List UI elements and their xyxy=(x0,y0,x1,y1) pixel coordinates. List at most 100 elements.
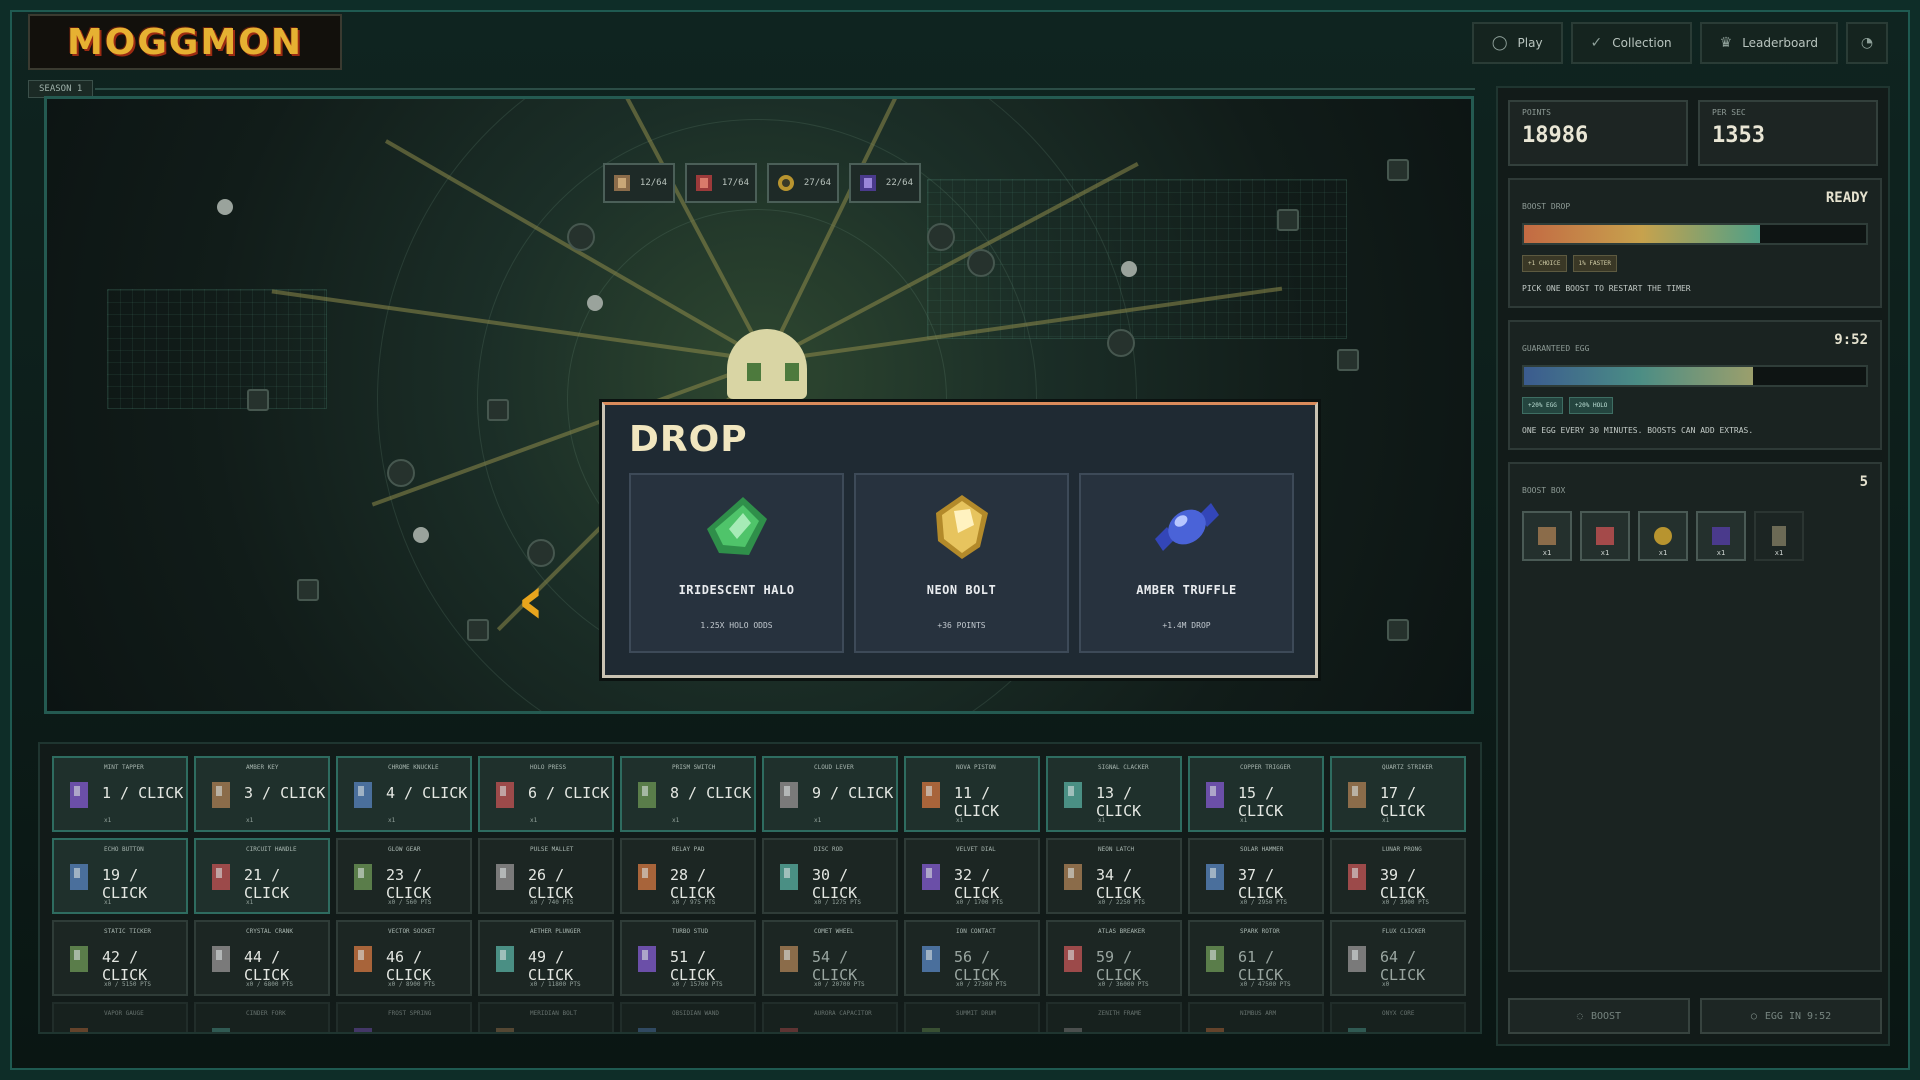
egg-timer-button[interactable]: ○ EGG IN 9:52 xyxy=(1700,998,1882,1034)
upgrade-card[interactable]: COPPER TRIGGER 15 / CLICK x1 xyxy=(1188,756,1324,832)
tray-card[interactable]: 12/64 xyxy=(603,163,675,203)
upgrade-card[interactable]: ZENITH FRAME xyxy=(1046,1002,1182,1032)
upgrade-card[interactable]: CHROME KNUCKLE 4 / CLICK x1 xyxy=(336,756,472,832)
boost-item[interactable]: x1 xyxy=(1638,511,1688,561)
map-node[interactable] xyxy=(567,223,595,251)
upgrade-cost: x1 xyxy=(1240,817,1248,824)
upgrade-card[interactable]: ECHO BUTTON 19 / CLICK x1 xyxy=(52,838,188,914)
boost-item[interactable]: x1 xyxy=(1754,511,1804,561)
upgrade-card[interactable]: OBSIDIAN WAND xyxy=(620,1002,756,1032)
upgrade-card[interactable]: AETHER PLUNGER 49 / CLICK x0 / 11800 PTS xyxy=(478,920,614,996)
upgrade-card[interactable]: ONYX CORE xyxy=(1330,1002,1466,1032)
tray-card[interactable]: 22/64 xyxy=(849,163,921,203)
upgrade-card[interactable]: PULSE MALLET 26 / CLICK x0 / 740 PTS xyxy=(478,838,614,914)
map-node[interactable] xyxy=(967,249,995,277)
upgrade-card[interactable]: NOVA PISTON 11 / CLICK x1 xyxy=(904,756,1040,832)
upgrade-rate: 59 / CLICK xyxy=(1096,948,1142,984)
drop-choice-card[interactable]: IRIDESCENT HALO 1.25X HOLO ODDS xyxy=(629,473,844,653)
moggmon-creature[interactable] xyxy=(707,329,827,409)
upgrade-cost: x0 / 36000 PTS xyxy=(1098,981,1149,988)
upgrade-cost: x1 xyxy=(956,817,964,824)
upgrade-card[interactable]: NIMBUS ARM xyxy=(1188,1002,1324,1032)
upgrade-card[interactable]: AURORA CAPACITOR xyxy=(762,1002,898,1032)
map-orb xyxy=(413,527,429,543)
upgrade-rate: 23 / CLICK xyxy=(386,866,432,902)
upgrade-card[interactable]: SOLAR HAMMER 37 / CLICK x0 / 2950 PTS xyxy=(1188,838,1324,914)
upgrade-rate: 56 / CLICK xyxy=(954,948,1000,984)
nav-collection-button[interactable]: ✓ Collection xyxy=(1570,22,1692,64)
drop-choice-card[interactable]: NEON BOLT +36 POINTS xyxy=(854,473,1069,653)
upgrade-card[interactable]: NEON LATCH 34 / CLICK x0 / 2250 PTS xyxy=(1046,838,1182,914)
upgrade-card[interactable]: CRYSTAL CRANK 44 / CLICK x0 / 6800 PTS xyxy=(194,920,330,996)
boost-item[interactable]: x1 xyxy=(1696,511,1746,561)
boost-item-icon xyxy=(1772,526,1786,546)
card-sprite-icon xyxy=(860,175,876,191)
boost-item[interactable]: x1 xyxy=(1580,511,1630,561)
map-node[interactable] xyxy=(1387,159,1409,181)
boost-button[interactable]: ◌ BOOST xyxy=(1508,998,1690,1034)
nav-play-button[interactable]: ◯ Play xyxy=(1471,22,1563,64)
upgrade-card[interactable]: PRISM SWITCH 8 / CLICK x1 xyxy=(620,756,756,832)
upgrade-card[interactable]: VAPOR GAUGE xyxy=(52,1002,188,1032)
map-node[interactable] xyxy=(1277,209,1299,231)
upgrade-sprite-icon xyxy=(1064,782,1082,808)
upgrade-card[interactable]: HOLO PRESS 6 / CLICK x1 xyxy=(478,756,614,832)
upgrade-card[interactable]: CIRCUIT HANDLE 21 / CLICK x1 xyxy=(194,838,330,914)
upgrade-rate: 30 / CLICK xyxy=(812,866,858,902)
map-node[interactable] xyxy=(1107,329,1135,357)
upgrade-name: CIRCUIT HANDLE xyxy=(246,846,297,853)
game-logo: MOGGMON xyxy=(28,14,342,70)
upgrade-card[interactable]: FROST SPRING xyxy=(336,1002,472,1032)
boost-item[interactable]: x1 xyxy=(1522,511,1572,561)
upgrade-name: NOVA PISTON xyxy=(956,764,996,771)
tray-count: 22/64 xyxy=(885,178,913,188)
upgrade-card[interactable]: STATIC TICKER 42 / CLICK x0 / 5150 PTS xyxy=(52,920,188,996)
upgrade-sprite-icon xyxy=(638,946,656,972)
upgrade-card[interactable]: RELAY PAD 28 / CLICK x0 / 975 PTS xyxy=(620,838,756,914)
map-node[interactable] xyxy=(467,619,489,641)
tray-card[interactable]: 27/64 xyxy=(767,163,839,203)
upgrade-card[interactable]: LUNAR PRONG 39 / CLICK x0 / 3900 PTS xyxy=(1330,838,1466,914)
map-node[interactable] xyxy=(487,399,509,421)
upgrade-card[interactable]: VECTOR SOCKET 46 / CLICK x0 / 8900 PTS xyxy=(336,920,472,996)
map-node[interactable] xyxy=(1337,349,1359,371)
upgrade-card[interactable]: ION CONTACT 56 / CLICK x0 / 27300 PTS xyxy=(904,920,1040,996)
egg-icon: ○ xyxy=(1750,1010,1757,1022)
map-node[interactable] xyxy=(927,223,955,251)
tray-count: 12/64 xyxy=(639,178,667,188)
upgrade-card[interactable]: TURBO STUD 51 / CLICK x0 / 15700 PTS xyxy=(620,920,756,996)
map-node[interactable] xyxy=(297,579,319,601)
upgrade-card[interactable]: MINT TAPPER 1 / CLICK x1 xyxy=(52,756,188,832)
upgrade-card[interactable]: DISC ROD 30 / CLICK x0 / 1275 PTS xyxy=(762,838,898,914)
per-sec-value: 1353 xyxy=(1712,123,1765,148)
map-node[interactable] xyxy=(247,389,269,411)
upgrade-rate: 64 / CLICK xyxy=(1380,948,1426,984)
upgrade-card[interactable]: GLOW GEAR 23 / CLICK x0 / 560 PTS xyxy=(336,838,472,914)
upgrade-card[interactable]: CINDER FORK xyxy=(194,1002,330,1032)
map-node[interactable] xyxy=(387,459,415,487)
map-node[interactable] xyxy=(1387,619,1409,641)
upgrade-card[interactable]: SIGNAL CLACKER 13 / CLICK x1 xyxy=(1046,756,1182,832)
upgrade-name: CINDER FORK xyxy=(246,1010,286,1017)
tray-count: 27/64 xyxy=(803,178,831,188)
collection-tray: 12/64 17/64 27/64 22/64 xyxy=(603,163,921,203)
upgrade-sprite-icon xyxy=(1348,782,1366,808)
upgrade-card[interactable]: SPARK ROTOR 61 / CLICK x0 / 47500 PTS xyxy=(1188,920,1324,996)
upgrade-card[interactable]: ATLAS BREAKER 59 / CLICK x0 / 36000 PTS xyxy=(1046,920,1182,996)
upgrade-card[interactable]: VELVET DIAL 32 / CLICK x0 / 1700 PTS xyxy=(904,838,1040,914)
upgrade-card[interactable]: QUARTZ STRIKER 17 / CLICK x1 xyxy=(1330,756,1466,832)
upgrade-card[interactable]: FLUX CLICKER 64 / CLICK x0 xyxy=(1330,920,1466,996)
upgrade-card[interactable]: MERIDIAN BOLT xyxy=(478,1002,614,1032)
drop-choice-card[interactable]: AMBER TRUFFLE +1.4M DROP xyxy=(1079,473,1294,653)
upgrade-sprite-icon xyxy=(496,1028,514,1032)
upgrade-card[interactable]: AMBER KEY 3 / CLICK x1 xyxy=(194,756,330,832)
upgrade-card[interactable]: SUMMIT DRUM xyxy=(904,1002,1040,1032)
settings-button[interactable]: ◔ xyxy=(1846,22,1888,64)
blue-candy-icon xyxy=(1154,503,1219,551)
nav-collection-label: Collection xyxy=(1612,36,1672,50)
upgrade-card[interactable]: COMET WHEEL 54 / CLICK x0 / 20700 PTS xyxy=(762,920,898,996)
drop-choice-effect: +1.4M DROP xyxy=(1162,621,1211,630)
nav-leaderboard-button[interactable]: ♛ Leaderboard xyxy=(1699,22,1838,64)
tray-card[interactable]: 17/64 xyxy=(685,163,757,203)
upgrade-card[interactable]: CLOUD LEVER 9 / CLICK x1 xyxy=(762,756,898,832)
